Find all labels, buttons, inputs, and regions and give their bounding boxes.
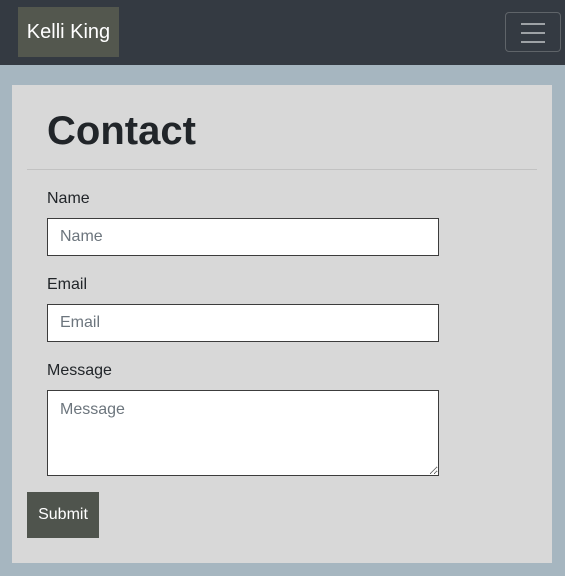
navbar-toggler-button[interactable] <box>505 12 561 52</box>
page-title: Contact <box>47 109 196 153</box>
navbar: Kelli King <box>0 0 565 65</box>
contact-card: Contact Name Email Message Submit <box>12 85 552 563</box>
name-input[interactable] <box>47 218 439 256</box>
email-label: Email <box>47 276 88 293</box>
message-textarea[interactable] <box>47 390 439 476</box>
title-divider <box>27 169 537 170</box>
email-input[interactable] <box>47 304 439 342</box>
name-label: Name <box>47 190 90 207</box>
hamburger-icon <box>521 23 545 43</box>
submit-button[interactable]: Submit <box>27 492 99 538</box>
brand-link[interactable]: Kelli King <box>18 7 119 57</box>
message-label: Message <box>47 362 112 379</box>
